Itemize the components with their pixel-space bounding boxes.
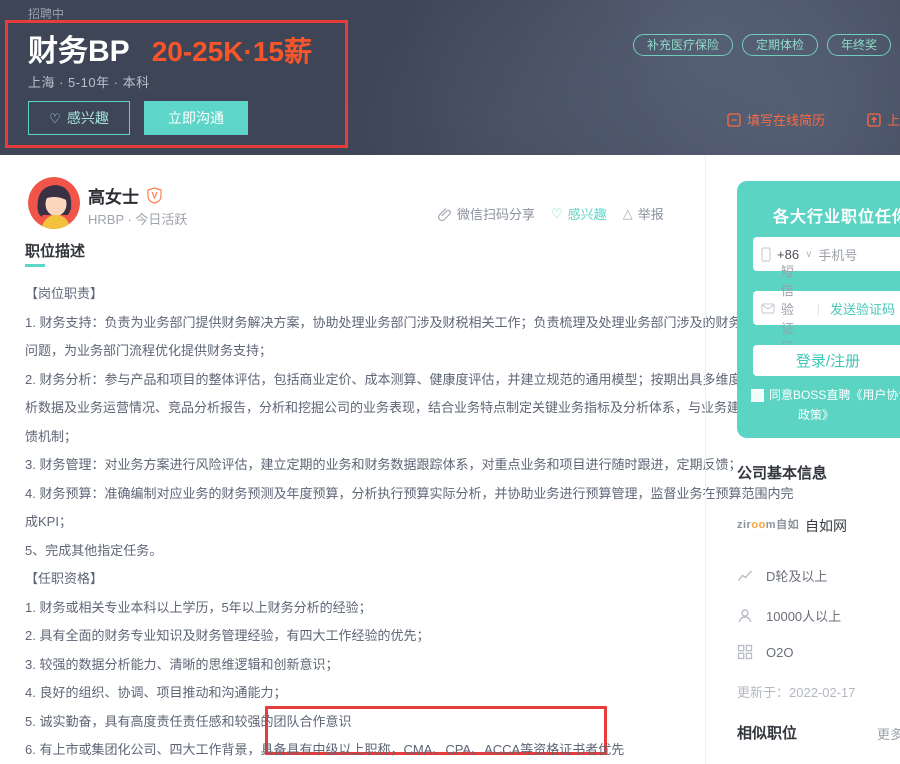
recruiter-meta: HRBP · 今日活跃	[88, 209, 187, 228]
desc-line: 2. 财务分析：参与产品和项目的整体评估，包括商业定价、成本测算、健康度评估，并…	[25, 366, 705, 395]
desc-line: 4. 良好的组织、协调、项目推动和沟通能力；	[25, 679, 705, 708]
desc-line: 问题，为业务部门流程优化提供财务支持；	[25, 337, 705, 366]
verified-badge-icon: V	[147, 187, 162, 204]
login-register-label: 登录/注册	[796, 350, 860, 371]
send-code-button[interactable]: 发送验证码	[830, 299, 895, 318]
interest-button[interactable]: ♡ 感兴趣	[28, 101, 130, 135]
benefit-tag: 补充医疗保险	[633, 34, 733, 56]
svg-text:V: V	[151, 191, 157, 201]
login-register-button[interactable]: 登录/注册	[753, 345, 900, 376]
recruiter-avatar[interactable]	[28, 177, 80, 229]
desc-line: 1. 财务支持：负责为业务部门提供财务解决方案，协助处理业务部门涉及财税相关工作…	[25, 309, 705, 338]
company-industry-row: O2O	[737, 644, 793, 660]
signup-title: 各大行业职位任你	[773, 203, 900, 227]
desc-line: 【岗位职责】	[25, 280, 705, 309]
wechat-share-label: 微信扫码分享	[457, 204, 535, 223]
desc-line: 成KPI；	[25, 508, 705, 537]
chat-now-button[interactable]: 立即沟通	[144, 101, 248, 135]
chat-now-label: 立即沟通	[168, 108, 224, 128]
wechat-share-button[interactable]: 微信扫码分享	[438, 204, 535, 223]
agreement-row: 同意BOSS直聘《用户协议》《个 政策》	[751, 387, 900, 424]
person-icon	[737, 608, 753, 624]
company-name: 自如网	[805, 516, 847, 536]
desc-line: 1. 财务或相关专业本科以上学历，5年以上财务分析的经验；	[25, 594, 705, 623]
envelope-icon	[761, 303, 775, 314]
desc-line: 馈机制；	[25, 423, 705, 452]
more-link[interactable]: 更多	[877, 724, 900, 743]
company-funding: D轮及以上	[766, 566, 827, 585]
paperclip-icon	[438, 207, 452, 221]
recruiting-status: 招聘中	[28, 5, 64, 22]
fill-online-resume-link[interactable]: 填写在线简历	[727, 110, 825, 129]
upload-icon	[867, 113, 881, 127]
company-industry: O2O	[766, 645, 793, 660]
company-funding-row: D轮及以上	[737, 566, 827, 585]
desc-line: 2. 具有全面的财务专业知识及财务管理经验，有四大工作经验的优先；	[25, 622, 705, 651]
updated-date: 更新于：2022-02-17	[737, 682, 856, 701]
section-underline	[25, 264, 45, 267]
form-icon	[727, 113, 741, 127]
warning-icon: △	[623, 206, 633, 222]
recruiter-name: 高女士	[88, 183, 139, 208]
job-header: 招聘中 财务BP 20-25K·15薪 上海 · 5-10年 · 本科 ♡ 感兴趣…	[0, 0, 900, 155]
sms-placeholder: 短信验证码	[781, 261, 807, 356]
desc-line: 析数据及业务运营情况、竞品分析报告，分析和挖掘公司的业务表现，结合业务特点制定关…	[25, 394, 705, 423]
phone-prefix[interactable]: +86	[777, 247, 799, 262]
company-link[interactable]: ziroom自如 ······ 自如网	[737, 515, 847, 537]
benefit-tag: 年终奖	[827, 34, 891, 56]
job-title: 财务BP	[28, 35, 130, 68]
chevron-down-icon[interactable]: ∨	[805, 249, 812, 260]
company-logo: ziroom自如 ······	[737, 515, 789, 537]
fill-online-resume-label: 填写在线简历	[747, 110, 825, 129]
interest-link-label: 感兴趣	[568, 204, 607, 223]
desc-line: 5、完成其他指定任务。	[25, 537, 705, 566]
job-description-body: 【岗位职责】 1. 财务支持：负责为业务部门提供财务解决方案，协助处理业务部门涉…	[25, 280, 705, 764]
agreement-text-line2[interactable]: 政策》	[751, 407, 900, 424]
desc-line: 3. 较强的数据分析能力、清晰的思维逻辑和创新意识；	[25, 651, 705, 680]
similar-jobs-title: 相似职位	[737, 722, 797, 743]
desc-line: 【任职资格】	[25, 565, 705, 594]
report-button[interactable]: △ 举报	[623, 204, 664, 223]
phone-placeholder: 手机号	[818, 245, 857, 264]
grid-icon	[737, 644, 753, 660]
upload-resume-label: 上传附件简历	[887, 110, 900, 129]
heart-icon: ♡	[49, 112, 61, 125]
job-description-title: 职位描述	[25, 240, 85, 261]
column-divider	[705, 155, 706, 764]
salary: 20-25K·15薪	[152, 36, 312, 67]
desc-line: 5. 诚实勤奋，具有高度责任责任感和较强的团队合作意识	[25, 708, 705, 737]
company-size: 10000人以上	[766, 606, 841, 625]
interest-link[interactable]: ♡ 感兴趣	[551, 204, 607, 223]
input-separator: |	[817, 301, 820, 316]
desc-line: 6. 有上市或集团化公司、四大工作背景，具备具有中级以上职称，CMA、CPA、A…	[25, 736, 705, 764]
company-info-title: 公司基本信息	[737, 462, 827, 483]
sms-code-input[interactable]: 短信验证码 | 发送验证码	[753, 291, 900, 325]
benefit-tags: 补充医疗保险 定期体检 年终奖 股票期权	[633, 34, 900, 56]
report-label: 举报	[638, 204, 664, 223]
company-size-row: 10000人以上	[737, 606, 841, 625]
phone-icon	[761, 247, 771, 262]
agree-checkbox[interactable]	[751, 389, 764, 402]
interest-button-label: 感兴趣	[67, 108, 109, 128]
desc-line: 3. 财务管理：对业务方案进行风险评估，建立定期的业务和财务数据跟踪体系，对重点…	[25, 451, 705, 480]
agreement-text-line1[interactable]: 同意BOSS直聘《用户协议》《个	[769, 387, 900, 404]
desc-line: 4. 财务预算：准确编制对应业务的财务预测及年度预算，分析执行预算实际分析，并协…	[25, 480, 705, 509]
phone-input[interactable]: +86 ∨ 手机号	[753, 237, 900, 271]
benefit-tag: 定期体检	[742, 34, 818, 56]
job-detail-page: 招聘中 财务BP 20-25K·15薪 上海 · 5-10年 · 本科 ♡ 感兴趣…	[0, 0, 900, 764]
chart-icon	[737, 568, 753, 584]
job-meta: 上海 · 5-10年 · 本科	[28, 72, 150, 91]
signup-panel: 各大行业职位任你 +86 ∨ 手机号 短信验证码 | 发送验证码 登录/注册 同…	[737, 181, 900, 438]
heart-icon: ♡	[551, 207, 563, 220]
upload-resume-link[interactable]: 上传附件简历	[867, 110, 900, 129]
